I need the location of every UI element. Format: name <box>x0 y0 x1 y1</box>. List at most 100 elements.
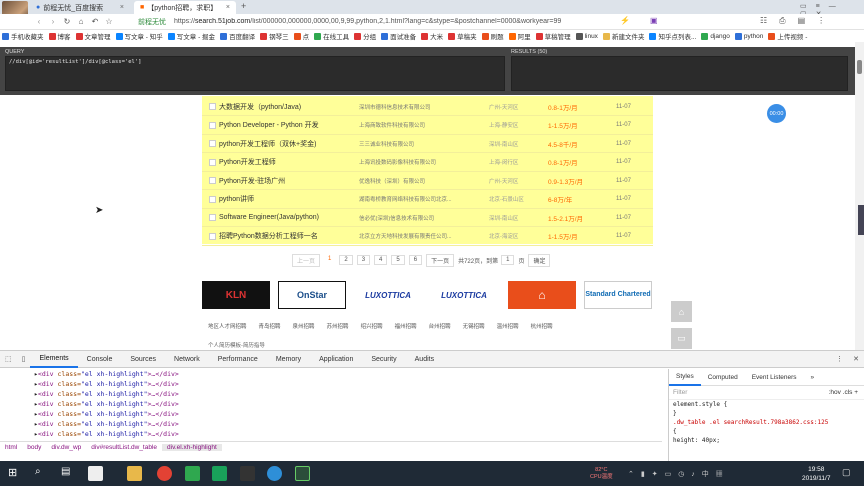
back-icon[interactable]: ‹ <box>32 17 46 26</box>
devtools-tab-security[interactable]: Security <box>362 351 405 368</box>
job-title-link[interactable]: python开发工程师（双休+奖金) <box>219 139 316 149</box>
bookmark-item[interactable]: 面试准备 <box>381 31 416 41</box>
bookmark-item[interactable]: 草稿管理 <box>535 31 571 41</box>
windows-start-icon[interactable]: ⊞ <box>8 466 23 481</box>
page-input[interactable]: 1 <box>501 255 515 265</box>
breadcrumb-item[interactable]: div.el.xh-highlight <box>162 443 222 451</box>
undo-icon[interactable]: ↶ <box>88 17 102 26</box>
toolbar-icons[interactable]: ☷⎙▤⋮ <box>760 16 837 26</box>
bookmark-item[interactable]: 刷题 <box>481 31 504 41</box>
breadcrumb-item[interactable]: div.dw_wp <box>46 444 86 451</box>
devtools-tab-console[interactable]: Console <box>78 351 122 368</box>
url-input[interactable]: 前程无忧 https://search.51job.com/list/00000… <box>138 15 608 28</box>
hov-cls-buttons[interactable]: :hov .cls + <box>829 389 858 396</box>
bookmark-item[interactable]: 分组 <box>354 31 376 41</box>
editor-icon[interactable] <box>185 466 200 481</box>
dom-node[interactable]: ▸<div class="el xh-highlight">…</div> <box>0 369 662 379</box>
page-number-link[interactable]: 1 <box>324 255 336 265</box>
next-page-button[interactable]: 下一页 <box>426 253 455 267</box>
bookmark-item[interactable]: 草稿夹 <box>448 31 477 41</box>
bookmark-item[interactable]: 文章管理 <box>75 31 111 41</box>
breadcrumb-item[interactable]: body <box>22 444 46 451</box>
dom-node[interactable]: ▸<div class="el xh-highlight">…</div> <box>0 409 662 419</box>
city-link[interactable]: 无锡招聘 <box>463 322 485 330</box>
job-title-link[interactable]: python讲师 <box>219 194 254 204</box>
page-number-link[interactable]: 4 <box>374 255 388 265</box>
xpath-query-input[interactable]: //div[@id='resultList']/div[@class='el'] <box>5 56 505 91</box>
bookmark-item[interactable]: 阿里 <box>508 31 531 41</box>
styles-filter[interactable]: Filter :hov .cls + <box>669 386 864 400</box>
city-link[interactable]: 地区人才网招聘 <box>208 322 247 330</box>
company-link[interactable]: 上海商致软件科技有限公司 <box>359 121 425 129</box>
job-title-link[interactable]: Python Developer - Python 开发 <box>219 120 319 130</box>
job-checkbox[interactable] <box>209 158 216 166</box>
forward-icon[interactable]: › <box>46 17 60 26</box>
job-checkbox[interactable] <box>209 121 216 129</box>
bookmark-item[interactable]: 写文章 - 掘金 <box>167 31 215 41</box>
bookmark-item[interactable]: 百度翻译 <box>220 31 255 41</box>
job-checkbox[interactable] <box>209 195 216 203</box>
bookmark-item[interactable]: 上传视频 - <box>768 31 807 41</box>
bookmark-item[interactable]: 手机收藏夹 <box>2 31 44 41</box>
bookmark-item[interactable]: 新建文件夹 <box>602 31 644 41</box>
prev-page-button[interactable]: 上一页 <box>292 253 321 267</box>
back-to-top-icon[interactable]: ⌂ <box>671 301 692 322</box>
bookmark-item[interactable]: 在线工具 <box>314 31 349 41</box>
bookmark-item[interactable]: 大米 <box>421 31 443 41</box>
file-explorer-icon[interactable] <box>127 466 142 481</box>
job-checkbox[interactable] <box>209 214 216 221</box>
extension-icon[interactable]: ▣ <box>650 16 658 25</box>
company-link[interactable]: 优逸科技（深圳）有限公司 <box>359 177 425 185</box>
luxottica-logo[interactable]: LUXOTTICA <box>430 281 498 309</box>
task-view-icon[interactable]: ▤ <box>61 466 76 481</box>
page-scrollbar[interactable] <box>855 42 864 350</box>
bookmark-item[interactable]: 博客 <box>48 31 71 41</box>
job-title-link[interactable]: Software Engineer(Java/python) <box>219 214 319 221</box>
chat-icon[interactable]: ▭ <box>671 328 692 349</box>
city-link[interactable]: 青岛招聘 <box>259 322 281 330</box>
styles-tab[interactable]: Styles <box>669 369 701 386</box>
bookmark-item[interactable]: 钢琴三 <box>260 31 289 41</box>
company-link[interactable]: 湖南粤桥教育网络科技有限公司北京... <box>359 195 452 203</box>
devtools-tab-audits[interactable]: Audits <box>406 351 443 368</box>
company-link[interactable]: 北京立方天地科技发展有限责任公司... <box>359 232 452 240</box>
new-tab-button[interactable]: + <box>241 1 246 11</box>
flash-icon[interactable]: ⚡ <box>620 16 630 25</box>
breadcrumb-item[interactable]: div#resultList.dw_table <box>86 444 162 451</box>
star-icon[interactable]: ☆ <box>102 17 116 26</box>
dom-node[interactable]: ▸<div class="el xh-highlight">…</div> <box>0 399 662 409</box>
devtools-tab-performance[interactable]: Performance <box>209 351 267 368</box>
devtools-tab-network[interactable]: Network <box>165 351 209 368</box>
page-number-link[interactable]: 2 <box>339 255 353 265</box>
job-checkbox[interactable] <box>209 177 216 184</box>
timer-badge[interactable]: 00:00 <box>767 104 786 123</box>
bookmark-item[interactable]: 写文章 - 知乎 <box>115 31 163 41</box>
city-link[interactable]: 温州招聘 <box>497 322 519 330</box>
scrollbar-thumb[interactable] <box>857 60 862 74</box>
bookmark-item[interactable]: python <box>734 32 763 40</box>
luxottica-logo[interactable]: LUXOTTICA <box>354 281 422 309</box>
styles-tab[interactable]: Event Listeners <box>745 369 804 386</box>
close-icon[interactable]: ✕ <box>848 355 864 363</box>
city-link[interactable]: 台州招聘 <box>429 322 451 330</box>
company-link[interactable]: 上海讯投数码影像科技有限公司 <box>359 158 436 166</box>
tray-icons[interactable]: ⌃▮✦▭◷♪中▦ <box>628 469 730 479</box>
dom-node[interactable]: ▸<div class="el xh-highlight">…</div> <box>0 429 662 439</box>
company-link[interactable]: 信必优(深圳)信息技术有限公司 <box>359 214 434 222</box>
confirm-button[interactable]: 确定 <box>528 253 551 267</box>
dom-node[interactable]: ▸<div class="el xh-highlight">…</div> <box>0 389 662 399</box>
house-logo[interactable]: ⌂ <box>508 281 576 309</box>
breadcrumb-item[interactable]: html <box>0 444 22 451</box>
styles-tab[interactable]: » <box>804 369 822 386</box>
bookmark-item[interactable]: 知乎点列表... <box>649 31 696 41</box>
city-link[interactable]: 泉州招聘 <box>293 322 315 330</box>
bookmark-item[interactable]: django <box>701 32 730 40</box>
city-link[interactable]: 福州招聘 <box>395 322 417 330</box>
city-link[interactable]: 绍兴招聘 <box>361 322 383 330</box>
close-icon[interactable]: × <box>226 4 230 11</box>
bookmark-item[interactable]: linux <box>575 32 598 40</box>
kln-logo[interactable]: KLN <box>202 281 270 309</box>
company-link[interactable]: 深圳市德科信息技术有限公司 <box>359 103 431 111</box>
job-checkbox[interactable] <box>209 232 216 240</box>
close-icon[interactable]: × <box>120 4 124 11</box>
